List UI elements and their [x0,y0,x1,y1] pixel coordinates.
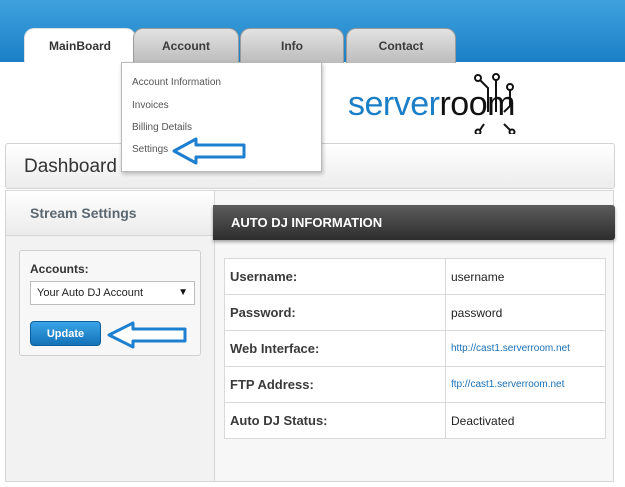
stream-settings-header: Stream Settings [6,191,214,236]
ftp-address-label: FTP Address: [224,366,446,403]
table-row: Web Interface: http://cast1.serverroom.n… [224,330,606,367]
tab-mainboard[interactable]: MainBoard [24,28,136,63]
page-title: Dashboard [24,156,117,177]
menu-item-settings[interactable]: Settings [132,144,168,155]
tab-contact[interactable]: Contact [346,28,456,63]
web-interface-link[interactable]: http://cast1.serverroom.net [445,330,606,367]
dropdown-arrow-icon: ▼ [178,287,188,298]
autodj-status-value: Deactivated [445,402,606,439]
password-label: Password: [224,294,446,331]
autodj-header: AUTO DJ INFORMATION [213,205,615,240]
menu-item-account-information[interactable]: Account Information [132,77,221,88]
tab-info[interactable]: Info [240,28,344,63]
autodj-status-label: Auto DJ Status: [224,402,446,439]
password-value: password [445,294,606,331]
autodj-title: AUTO DJ INFORMATION [231,215,383,230]
table-row: Auto DJ Status: Deactivated [224,402,606,439]
username-value: username [445,258,606,295]
table-row: Username: username [224,258,606,295]
top-nav-bar: MainBoard Account Info Contact [0,0,625,63]
autodj-panel: AUTO DJ INFORMATION Username: username P… [213,190,615,482]
table-row: FTP Address: ftp://cast1.serverroom.net [224,366,606,403]
table-row: Password: password [224,294,606,331]
annotation-arrow-icon [172,137,246,165]
tab-account[interactable]: Account [133,28,239,63]
accounts-label: Accounts: [30,262,89,276]
username-label: Username: [224,258,446,295]
annotation-arrow-icon [107,321,187,349]
autodj-info-table: Username: username Password: password We… [224,258,606,439]
menu-item-invoices[interactable]: Invoices [132,100,169,111]
stream-settings-title: Stream Settings [30,205,137,221]
ftp-address-link[interactable]: ftp://cast1.serverroom.net [445,366,606,403]
accounts-select[interactable]: Your Auto DJ Account ▼ [30,281,195,305]
update-button[interactable]: Update [30,321,101,346]
menu-item-billing-details[interactable]: Billing Details [132,122,192,133]
accounts-select-value: Your Auto DJ Account [37,287,143,299]
circuit-logo-icon [474,73,516,134]
logo-text-server: server [348,85,440,123]
web-interface-label: Web Interface: [224,330,446,367]
